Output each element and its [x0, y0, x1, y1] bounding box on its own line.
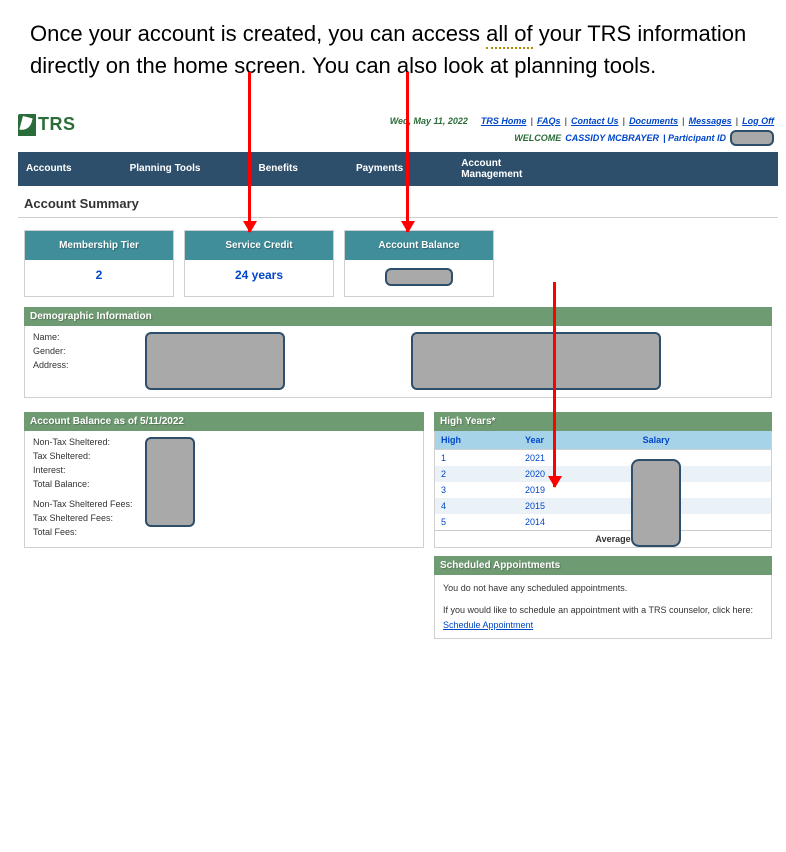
- hy-year: 2015: [519, 498, 637, 514]
- intro-text-before: Once your account is created, you can ac…: [30, 21, 486, 46]
- hy-year: 2014: [519, 514, 637, 531]
- tile-membership-tier-head: Membership Tier: [25, 231, 173, 260]
- no-appointments-text: You do not have any scheduled appointmen…: [443, 581, 763, 595]
- section-high-years: High Years* High Year Salary 12021: [434, 412, 772, 548]
- welcome-user-name: CASSIDY MCBRAYER: [565, 133, 659, 143]
- link-trs-home[interactable]: TRS Home: [481, 116, 527, 126]
- section-balance-title: Account Balance as of 5/11/2022: [24, 412, 424, 431]
- section-demographic-title: Demographic Information: [24, 307, 772, 326]
- bal-label-nontax-fees: Non-Tax Sheltered Fees:: [33, 499, 415, 509]
- tile-service-credit: Service Credit 24 years: [184, 230, 334, 297]
- table-row: 52014: [435, 514, 771, 531]
- link-messages[interactable]: Messages: [689, 116, 732, 126]
- demo-redacted-right: [411, 332, 661, 390]
- hy-year: 2020: [519, 466, 637, 482]
- link-documents[interactable]: Documents: [629, 116, 678, 126]
- leaf-icon: [18, 114, 36, 136]
- high-years-table: High Year Salary 12021 22020 32019 42015…: [435, 431, 771, 547]
- bal-label-interest: Interest:: [33, 465, 415, 475]
- annotation-arrow-service-credit: [248, 72, 251, 232]
- hy-high: 4: [435, 498, 519, 514]
- welcome-line: WELCOME CASSIDY MCBRAYER | Participant I…: [18, 128, 778, 152]
- tile-service-credit-head: Service Credit: [185, 231, 333, 260]
- section-demographic-body: Name: Gender: Address:: [24, 326, 772, 398]
- participant-id-label: Participant ID: [668, 133, 726, 143]
- table-row: 32019: [435, 482, 771, 498]
- section-appointments-body: You do not have any scheduled appointmen…: [434, 575, 772, 639]
- annotation-arrow-high-years: [553, 282, 556, 487]
- intro-text-underline: all of: [486, 21, 532, 49]
- bal-label-tax-fees: Tax Sheltered Fees:: [33, 513, 415, 523]
- instruction-paragraph: Once your account is created, you can ac…: [0, 10, 786, 112]
- section-appointments-title: Scheduled Appointments: [434, 556, 772, 575]
- demo-redacted-left: [145, 332, 285, 390]
- page-title: Account Summary: [18, 186, 778, 218]
- hy-col-high: High: [435, 431, 519, 450]
- hy-average-label: Average: [519, 530, 637, 547]
- link-log-off[interactable]: Log Off: [742, 116, 774, 126]
- nav-planning-tools[interactable]: Planning Tools: [130, 163, 229, 174]
- nav-account-management[interactable]: Account Management: [461, 158, 541, 180]
- link-faqs[interactable]: FAQs: [537, 116, 561, 126]
- hy-high: 1: [435, 449, 519, 466]
- bal-label-tax: Tax Sheltered:: [33, 451, 415, 461]
- account-balance-redacted: [385, 268, 453, 286]
- bal-label-total: Total Balance:: [33, 479, 415, 489]
- section-balance-body: Non-Tax Sheltered: Tax Sheltered: Intere…: [24, 431, 424, 548]
- hy-year: 2019: [519, 482, 637, 498]
- hy-high: 5: [435, 514, 519, 531]
- section-appointments: Scheduled Appointments You do not have a…: [434, 556, 772, 639]
- schedule-appointment-link[interactable]: Schedule Appointment: [443, 620, 533, 630]
- table-row: 12021: [435, 449, 771, 466]
- section-high-years-title: High Years*: [434, 412, 772, 431]
- bal-label-total-fees: Total Fees:: [33, 527, 415, 537]
- top-utility-bar: Wed, May 11, 2022 TRS Home| FAQs| Contac…: [18, 112, 778, 128]
- tile-account-balance-head: Account Balance: [345, 231, 493, 260]
- hy-high: 3: [435, 482, 519, 498]
- tile-account-balance: Account Balance: [344, 230, 494, 297]
- hy-average-row: Average: [435, 530, 771, 547]
- current-date: Wed, May 11, 2022: [390, 116, 468, 126]
- main-nav: Accounts Planning Tools Benefits Payment…: [18, 152, 778, 186]
- summary-tiles: Membership Tier 2 Service Credit 24 year…: [24, 230, 778, 297]
- app-container: TRS Wed, May 11, 2022 TRS Home| FAQs| Co…: [18, 112, 778, 647]
- hy-col-year: Year: [519, 431, 637, 450]
- tile-account-balance-value: [345, 260, 493, 296]
- bal-label-nontax: Non-Tax Sheltered:: [33, 437, 415, 447]
- tile-membership-tier-value: 2: [25, 260, 173, 292]
- section-demographic: Demographic Information Name: Gender: Ad…: [24, 307, 772, 398]
- schedule-prompt-text: If you would like to schedule an appoint…: [443, 605, 753, 615]
- logo-text: TRS: [38, 114, 76, 135]
- hy-year: 2021: [519, 449, 637, 466]
- nav-payments[interactable]: Payments: [356, 163, 431, 174]
- balance-redacted: [145, 437, 195, 527]
- section-high-years-body: High Year Salary 12021 22020 32019 42015…: [434, 431, 772, 548]
- participant-id-redacted: [730, 130, 774, 146]
- table-row: 42015: [435, 498, 771, 514]
- tile-service-credit-value: 24 years: [185, 260, 333, 292]
- link-contact-us[interactable]: Contact Us: [571, 116, 619, 126]
- trs-logo: TRS: [18, 114, 76, 136]
- nav-benefits[interactable]: Benefits: [259, 163, 326, 174]
- table-row: 22020: [435, 466, 771, 482]
- section-balance: Account Balance as of 5/11/2022 Non-Tax …: [24, 412, 424, 548]
- hy-high: 2: [435, 466, 519, 482]
- two-column-area: Account Balance as of 5/11/2022 Non-Tax …: [24, 406, 772, 647]
- nav-accounts[interactable]: Accounts: [26, 163, 100, 174]
- welcome-label: WELCOME: [514, 133, 561, 143]
- high-years-salary-redacted: [631, 459, 681, 547]
- annotation-arrow-account-balance: [406, 72, 409, 232]
- tile-membership-tier: Membership Tier 2: [24, 230, 174, 297]
- hy-col-salary: Salary: [637, 431, 771, 450]
